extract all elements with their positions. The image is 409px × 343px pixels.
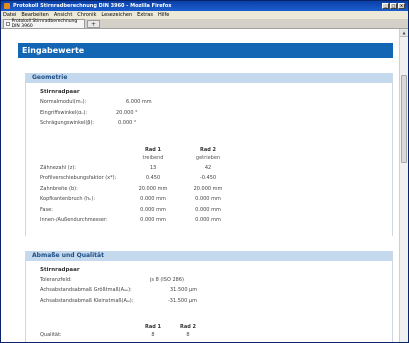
tab-bar: Protokoll Stirnradberechnung DIN 3960 + <box>1 19 408 29</box>
title-bar: Protokoll Stirnradberechnung DIN 3960 - … <box>1 1 408 11</box>
table-row: Innen-/Außendurchmesser: 0.000 mm 0.000 … <box>40 217 221 223</box>
minimize-button[interactable]: _ <box>382 3 389 9</box>
menu-lesezeichen[interactable]: Lesezeichen <box>101 12 132 18</box>
table-row: Zahnbreite (b): 20.000 mm 20.000 mm <box>40 185 223 192</box>
close-button[interactable]: × <box>398 3 405 9</box>
section-title-geometrie: Geometrie <box>26 73 392 83</box>
menu-hilfe[interactable]: Hilfe <box>158 12 169 18</box>
page-content: Eingabewerte Geometrie Stirnradpaar Norm… <box>1 29 399 342</box>
menu-bar: Datei Bearbeiten Ansicht Chronik Lesezei… <box>1 11 408 19</box>
scrollbar-thumb[interactable] <box>401 75 407 163</box>
table-row: Qualität: 8 8 <box>40 332 190 338</box>
maximize-button[interactable]: □ <box>390 3 397 9</box>
section-title-abmasse: Abmaße und Qualität <box>26 250 392 261</box>
param-row: Achsabstandsabmaß Größtmaß(Aₐₑ): 31.500 … <box>40 287 198 293</box>
table-row: Kopfkantenbruch (hₖ): 0.000 mm 0.000 mm <box>40 196 221 202</box>
page-title: Eingabewerte <box>18 43 393 58</box>
table-row: Profilverschiebungsfaktor (x*): 0.450 -0… <box>40 175 217 181</box>
section-geometrie: Geometrie Stirnradpaar Normalmodul(mₙ): … <box>25 73 393 236</box>
subhead-stirnradpaar: Stirnradpaar <box>40 266 80 273</box>
report-page: Eingabewerte Geometrie Stirnradpaar Norm… <box>18 43 393 342</box>
menu-ansicht[interactable]: Ansicht <box>54 12 72 18</box>
firefox-icon <box>4 3 10 9</box>
param-row: Schrägungswinkel(β): 0.000 ° <box>40 120 137 126</box>
menu-chronik[interactable]: Chronik <box>77 12 96 18</box>
subhead-stirnradpaar: Stirnradpaar <box>40 89 80 95</box>
param-row: Achsabstandsabmaß Kleinstmaß(Aₐᵢ): -31.5… <box>40 297 197 304</box>
column-header: Rad 1 Rad 2 <box>144 146 217 153</box>
section-abmasse: Abmaße und Qualität Stirnradpaar Toleran… <box>25 250 393 342</box>
table-row: Zähnezahl (z): 13 42 <box>40 164 212 171</box>
param-row: Normalmodul(mₙ): 6.000 mm <box>40 99 152 105</box>
column-header: Rad 1 Rad 2 <box>144 324 197 330</box>
param-row: Toleranzfeld: js 8 (ISO 286) <box>40 276 184 283</box>
vertical-scrollbar[interactable]: ▲ <box>399 29 408 342</box>
column-subheader: treibend getrieben <box>142 154 221 161</box>
menu-datei[interactable]: Datei <box>3 12 16 18</box>
table-row: Fase: 0.000 mm 0.000 mm <box>40 206 221 213</box>
menu-bearbeiten[interactable]: Bearbeiten <box>21 12 48 18</box>
tab-protokoll[interactable]: Protokoll Stirnradberechnung DIN 3960 <box>3 19 85 29</box>
page-icon <box>6 22 10 26</box>
tab-label: Protokoll Stirnradberechnung DIN 3960 <box>11 19 78 29</box>
new-tab-button[interactable]: + <box>87 20 100 28</box>
menu-extras[interactable]: Extras <box>137 12 153 18</box>
param-row: Eingriffswinkel(αₙ): 20.000 ° <box>40 109 138 116</box>
window-title: Protokoll Stirnradberechnung DIN 3960 - … <box>13 3 172 9</box>
scroll-up-arrow-icon[interactable]: ▲ <box>400 29 408 37</box>
